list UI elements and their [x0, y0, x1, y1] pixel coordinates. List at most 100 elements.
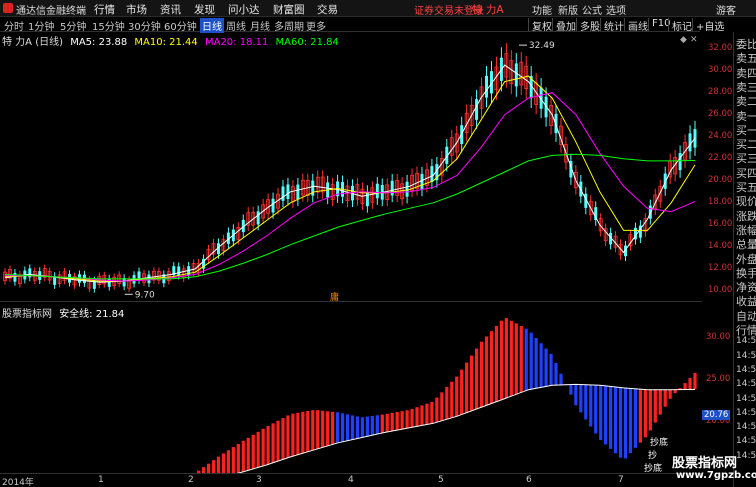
menu-item-discover[interactable]: 发现 [194, 2, 215, 17]
indicator-axis: 30.00 25.00 20.00 20.76 [702, 313, 732, 473]
candle-body [271, 198, 275, 213]
quote-row[interactable]: 14:56 [736, 379, 756, 389]
fn-multi-stock[interactable]: 多股 [576, 18, 603, 33]
indicator-bar [653, 389, 657, 423]
low-label: 9.70 [135, 290, 155, 300]
quote-row[interactable]: 14:56 [736, 394, 756, 404]
indicator-bar [544, 348, 548, 387]
date-tick: 4 [348, 475, 354, 485]
quote-row[interactable]: 14:56 [736, 408, 756, 418]
indicator-bar [529, 332, 533, 390]
event-marker: 庸 [330, 291, 339, 302]
indicator-bar [261, 428, 265, 466]
indicator-bar [479, 341, 484, 408]
indicator-tick: 30.00 [706, 332, 731, 343]
period-multi[interactable]: 多周期 [274, 18, 304, 33]
indicator-bar [584, 384, 588, 420]
indicator-bar [211, 460, 216, 473]
menu-item-news[interactable]: 资讯 [160, 2, 181, 17]
period-5min[interactable]: 5分钟 [60, 18, 86, 33]
indicator-bar [648, 389, 652, 431]
indicator-bar [445, 387, 449, 420]
indicator-bar [231, 447, 235, 473]
price-chart[interactable]: 32.49 9.70 庸 [0, 32, 702, 302]
buy-signal-label: 抄底 [650, 436, 668, 448]
period-weekly[interactable]: 周线 [226, 18, 246, 33]
menu-item-wealth[interactable]: 财富圈 [273, 2, 305, 17]
candle-body [286, 184, 290, 199]
indicator-bar [504, 318, 508, 398]
indicator-bar [489, 331, 494, 404]
indicator-bar [400, 411, 404, 430]
quote-row[interactable]: 14:56 [736, 451, 756, 461]
period-monthly[interactable]: 月线 [250, 18, 270, 33]
indicator-bar [628, 388, 633, 454]
buy-signal-label: 抄 [648, 449, 657, 461]
buy-signal-label: 抄底 [644, 462, 662, 473]
indicator-bar [246, 437, 250, 471]
menu-item-quotes[interactable]: 行情 [94, 2, 115, 17]
quote-row[interactable]: 14:55 [736, 336, 756, 346]
quote-row[interactable]: 14:56 [736, 422, 756, 432]
indicator-bar [688, 378, 692, 390]
indicator-bar [236, 443, 240, 473]
indicator-bar [251, 434, 255, 469]
price-tick: 30.00 [708, 64, 733, 75]
menu-item-market[interactable]: 市场 [126, 2, 147, 17]
quote-row[interactable]: 14:56 [736, 365, 756, 375]
indicator-value-badge: 20.76 [702, 410, 731, 421]
fn-draw[interactable]: 画线 [624, 18, 651, 33]
indicator-bar [311, 410, 315, 451]
indicator-bar [569, 384, 573, 395]
candle-body [514, 63, 518, 87]
fn-overlay[interactable]: 叠加 [552, 18, 579, 33]
quote-row[interactable]: 14:56 [736, 436, 756, 446]
period-60min[interactable]: 60分钟 [164, 18, 197, 33]
menu-new-version[interactable]: 新版 [558, 2, 578, 17]
period-30min[interactable]: 30分钟 [128, 18, 161, 33]
menu-function[interactable]: 功能 [532, 2, 552, 17]
indicator-bar [350, 415, 355, 440]
candle-body [420, 173, 424, 190]
fn-statistics[interactable]: 统计 [600, 18, 627, 33]
fn-adjust[interactable]: 复权 [528, 18, 555, 33]
indicator-bar [415, 407, 419, 427]
indicator-bar [276, 420, 280, 462]
quote-row[interactable]: 14:56 [736, 351, 756, 361]
indicator-bar [375, 415, 379, 435]
indicator-bar [335, 412, 340, 443]
period-intraday[interactable]: 分时 [4, 18, 24, 33]
indicator-bar [524, 328, 528, 391]
indicator-bar [638, 389, 642, 443]
period-daily[interactable]: 日线 [200, 18, 224, 33]
fn-mark[interactable]: 标记 [668, 18, 695, 33]
indicator-bar [345, 414, 350, 441]
ma-line-ma20 [5, 92, 696, 282]
menu-item-wenxiaoda[interactable]: 问小达 [228, 2, 260, 17]
menu-guest[interactable]: 游客 [716, 2, 736, 17]
menu-formula[interactable]: 公式 [582, 2, 602, 17]
period-15min[interactable]: 15分钟 [92, 18, 125, 33]
indicator-bar [549, 353, 553, 386]
indicator-bar [519, 326, 523, 393]
indicator-bar [594, 385, 598, 434]
date-tick: 2014年 [2, 478, 34, 487]
period-more[interactable]: 更多 [306, 18, 326, 33]
indicator-bar [455, 376, 459, 417]
indicator-bar [425, 403, 429, 425]
indicator-bar [514, 323, 518, 395]
indicator-bar [474, 348, 479, 409]
indicator-tick: 25.00 [706, 374, 731, 385]
indicator-bar [554, 363, 558, 386]
fn-add-watchlist[interactable]: +自选 [692, 18, 727, 33]
candle-body [475, 99, 479, 120]
menu-options[interactable]: 选项 [606, 2, 626, 17]
date-tick: 3 [256, 475, 262, 485]
indicator-bar [435, 397, 439, 423]
period-1min[interactable]: 1分钟 [28, 18, 54, 33]
indicator-chart[interactable]: 抄底抄抄底 [0, 313, 702, 473]
indicator-bar [266, 425, 270, 465]
indicator-bar [271, 423, 275, 463]
menu-item-trade[interactable]: 交易 [317, 2, 338, 17]
indicator-bar [633, 388, 638, 448]
